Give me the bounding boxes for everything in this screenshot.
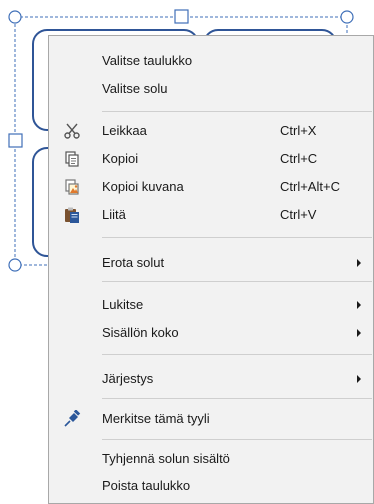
menu-item-label: Valitse solu — [102, 81, 168, 96]
menu-item-label: Poista taulukko — [102, 478, 191, 493]
menu-item-label: Kopioi — [102, 151, 139, 166]
menu-separator — [102, 354, 372, 355]
copy-icon — [63, 150, 81, 168]
menu-item-copy[interactable]: Kopioi Ctrl+C — [49, 147, 373, 171]
menu-item-select-cell[interactable]: Valitse solu — [49, 77, 373, 101]
menu-item-label: Tyhjennä solun sisältö — [102, 451, 230, 466]
submenu-arrow-icon — [357, 329, 361, 337]
menu-item-content-size[interactable]: Sisällön koko — [49, 321, 373, 345]
submenu-arrow-icon — [357, 301, 361, 309]
menu-item-clear-cell-content[interactable]: Tyhjennä solun sisältö — [49, 447, 373, 471]
menu-separator — [102, 439, 372, 440]
menu-item-lock[interactable]: Lukitse — [49, 293, 373, 317]
resize-handle-top-left[interactable] — [8, 10, 22, 24]
resize-handle-top-right[interactable] — [340, 10, 354, 24]
resize-handle-middle-left[interactable] — [8, 133, 23, 148]
menu-item-order[interactable]: Järjestys — [49, 367, 373, 391]
menu-item-label: Järjestys — [102, 371, 154, 386]
context-menu: Valitse taulukko Valitse solu Leikkaa Ct… — [48, 35, 374, 504]
menu-item-label: Lukitse — [102, 297, 144, 312]
menu-separator — [102, 281, 372, 282]
menu-item-label: Merkitse tämä tyyli — [102, 411, 210, 426]
menu-item-label: Sisällön koko — [102, 325, 179, 340]
menu-item-shortcut: Ctrl+C — [280, 151, 318, 166]
submenu-arrow-icon — [357, 259, 361, 267]
menu-item-delete-table[interactable]: Poista taulukko — [49, 474, 373, 498]
submenu-arrow-icon — [357, 375, 361, 383]
menu-item-label: Leikkaa — [102, 123, 147, 138]
menu-item-shortcut: Ctrl+V — [280, 207, 317, 222]
menu-item-label: Liitä — [102, 207, 126, 222]
menu-item-split-cells[interactable]: Erota solut — [49, 251, 373, 275]
menu-item-select-table[interactable]: Valitse taulukko — [49, 49, 373, 73]
menu-item-label: Valitse taulukko — [102, 53, 193, 68]
menu-item-shortcut: Ctrl+X — [280, 123, 317, 138]
scissors-icon — [63, 122, 81, 140]
resize-handle-bottom-left[interactable] — [8, 258, 22, 272]
resize-handle-top-middle[interactable] — [174, 9, 189, 24]
pin-icon — [63, 409, 81, 428]
menu-item-paste[interactable]: Liitä Ctrl+V — [49, 203, 373, 227]
copy-as-picture-icon — [63, 178, 81, 196]
menu-item-label: Kopioi kuvana — [102, 179, 184, 194]
menu-separator — [102, 398, 372, 399]
menu-item-cut[interactable]: Leikkaa Ctrl+X — [49, 119, 373, 143]
paste-icon — [63, 206, 81, 224]
menu-item-mark-style[interactable]: Merkitse tämä tyyli — [49, 407, 373, 431]
menu-separator — [102, 237, 372, 238]
menu-item-label: Erota solut — [102, 255, 165, 270]
menu-item-copy-as-picture[interactable]: Kopioi kuvana Ctrl+Alt+C — [49, 175, 373, 199]
menu-item-shortcut: Ctrl+Alt+C — [280, 179, 340, 194]
menu-separator — [102, 111, 372, 112]
